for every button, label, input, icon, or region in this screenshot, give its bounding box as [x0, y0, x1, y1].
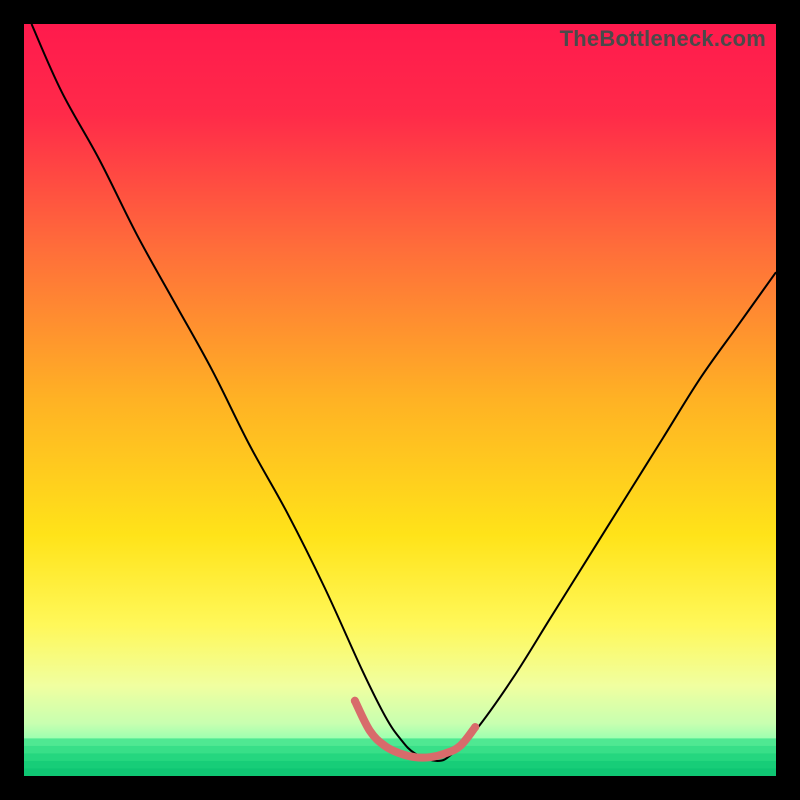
optimal-band-endpoint: [351, 697, 359, 705]
optimal-band-endpoint: [471, 723, 479, 731]
chart-frame: TheBottleneck.com: [24, 24, 776, 776]
bottleneck-chart: [24, 24, 776, 776]
stripe: [24, 761, 776, 769]
gradient-background: [24, 24, 776, 776]
stripe: [24, 768, 776, 776]
watermark-text: TheBottleneck.com: [560, 26, 766, 52]
